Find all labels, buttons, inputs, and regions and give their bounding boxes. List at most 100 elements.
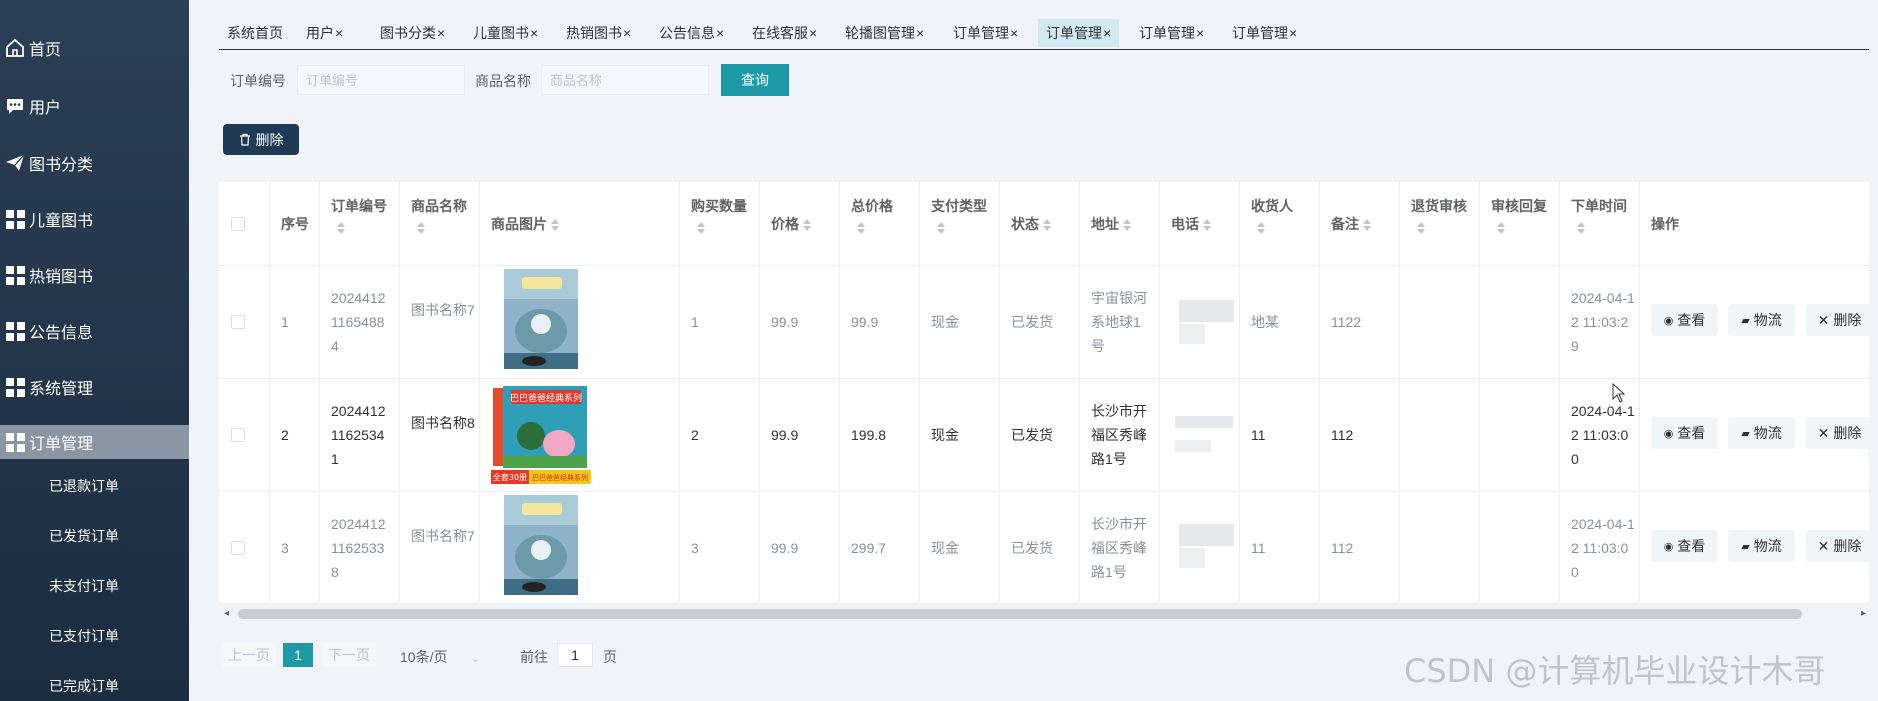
row-delete-button[interactable]: ✕ 删除 <box>1806 530 1869 562</box>
scroll-right-icon[interactable]: ▸ <box>1861 608 1866 619</box>
horizontal-scrollbar[interactable]: ◂ ▸ <box>222 606 1868 622</box>
header-receiver[interactable]: 收货人 <box>1251 196 1293 234</box>
row-delete-button[interactable]: ✕ 删除 <box>1806 417 1869 449</box>
header-price[interactable]: 价格 <box>771 214 811 234</box>
tab-users[interactable]: 用户× <box>298 19 351 47</box>
sort-icon[interactable] <box>1123 219 1131 232</box>
close-icon[interactable]: × <box>916 25 924 41</box>
close-icon[interactable]: × <box>1289 25 1297 41</box>
tab-orders-1[interactable]: 订单管理× <box>945 19 1026 47</box>
scrollbar-thumb[interactable] <box>238 609 1802 619</box>
sort-icon[interactable] <box>1577 222 1585 234</box>
row-delete-button[interactable]: ✕ 删除 <box>1806 304 1869 336</box>
select-all-checkbox[interactable] <box>231 217 245 231</box>
tab-book-category[interactable]: 图书分类× <box>372 19 453 47</box>
sidebar-subitem-unpaid[interactable]: 未支付订单 <box>49 576 119 596</box>
close-icon[interactable]: × <box>1010 25 1018 41</box>
product-image[interactable]: 巴巴爸爸经典系列 全套30册 巴巴爸爸经典系列 <box>491 384 591 484</box>
sidebar-item-orders[interactable]: 订单管理 <box>0 425 189 459</box>
view-button[interactable]: ◉ 查看 <box>1651 530 1718 562</box>
close-icon[interactable]: × <box>1103 25 1111 41</box>
batch-delete-button[interactable]: 删除 <box>223 124 299 155</box>
view-button[interactable]: ◉ 查看 <box>1651 304 1718 336</box>
header-address[interactable]: 地址 <box>1091 214 1131 234</box>
sidebar-item-system[interactable]: 系统管理 <box>0 370 189 404</box>
sort-icon[interactable] <box>551 219 559 232</box>
tab-online-service[interactable]: 在线客服× <box>744 19 825 47</box>
header-phone[interactable]: 电话 <box>1171 214 1211 234</box>
tab-children-books[interactable]: 儿童图书× <box>465 19 546 47</box>
header-status[interactable]: 状态 <box>1011 214 1051 234</box>
sort-icon[interactable] <box>337 222 345 234</box>
scroll-left-icon[interactable]: ◂ <box>224 608 229 619</box>
sidebar-subitem-completed[interactable]: 已完成订单 <box>49 676 119 696</box>
sidebar-item-children-books[interactable]: 儿童图书 <box>0 202 189 236</box>
sort-icon[interactable] <box>697 222 705 234</box>
close-icon[interactable]: × <box>530 25 538 41</box>
close-icon[interactable]: × <box>335 25 343 41</box>
tab-hot-books[interactable]: 热销图书× <box>558 19 639 47</box>
header-total[interactable]: 总价格 <box>851 196 893 234</box>
header-product-name[interactable]: 商品名称 <box>411 196 467 234</box>
sidebar-subitem-refunded[interactable]: 已退款订单 <box>49 476 119 496</box>
query-button[interactable]: 查询 <box>721 64 789 96</box>
truck-icon: ▰ <box>1741 427 1750 440</box>
sidebar-item-users[interactable]: 用户 <box>0 89 189 123</box>
sort-icon[interactable] <box>1497 222 1505 234</box>
tab-orders-active[interactable]: 订单管理× <box>1038 19 1120 47</box>
product-image[interactable] <box>504 269 578 369</box>
tab-announcements[interactable]: 公告信息× <box>651 19 732 47</box>
sort-icon[interactable] <box>1363 219 1371 232</box>
sort-icon[interactable] <box>803 219 811 232</box>
page-size-select[interactable]: 10条/页 ⌄ <box>400 647 480 667</box>
sidebar-item-hot-books[interactable]: 热销图书 <box>0 258 189 292</box>
close-icon[interactable]: × <box>437 25 445 41</box>
sidebar-item-book-category[interactable]: 图书分类 <box>0 146 189 180</box>
sidebar-item-label: 系统管理 <box>29 381 94 398</box>
cell-pay-type: 现金 <box>931 314 959 330</box>
close-icon[interactable]: × <box>716 25 724 41</box>
order-no-input[interactable] <box>297 65 465 95</box>
sidebar-subitem-shipped[interactable]: 已发货订单 <box>49 526 119 546</box>
header-refund-review[interactable]: 退货审核 <box>1411 196 1467 234</box>
prev-page-button[interactable]: 上一页 <box>222 643 276 667</box>
tab-home[interactable]: 系统首页 <box>219 19 291 47</box>
logistics-button[interactable]: ▰ 物流 <box>1728 417 1795 449</box>
product-image[interactable] <box>504 495 578 595</box>
sidebar-item-home[interactable]: 首页 <box>0 31 189 65</box>
close-icon[interactable]: × <box>623 25 631 41</box>
chevron-down-icon: ⌄ <box>471 654 480 665</box>
header-order-no[interactable]: 订单编号 <box>331 196 387 234</box>
close-icon: ✕ <box>1817 537 1830 554</box>
tab-orders-4[interactable]: 订单管理× <box>1224 19 1305 47</box>
close-icon[interactable]: × <box>1196 25 1204 41</box>
header-pay-type[interactable]: 支付类型 <box>931 196 987 234</box>
sort-icon[interactable] <box>417 222 425 234</box>
logistics-button[interactable]: ▰ 物流 <box>1728 304 1795 336</box>
sort-icon[interactable] <box>1203 219 1211 232</box>
page-number-current[interactable]: 1 <box>283 643 313 667</box>
sort-icon[interactable] <box>857 222 865 234</box>
close-icon[interactable]: × <box>809 25 817 41</box>
sort-icon[interactable] <box>937 222 945 234</box>
tab-carousel[interactable]: 轮播图管理× <box>837 19 932 47</box>
tab-orders-3[interactable]: 订单管理× <box>1131 19 1212 47</box>
sort-icon[interactable] <box>1043 219 1051 232</box>
header-remark[interactable]: 备注 <box>1331 214 1371 234</box>
row-checkbox[interactable] <box>231 315 245 329</box>
header-quantity[interactable]: 购买数量 <box>691 196 747 234</box>
product-name-input[interactable] <box>541 65 709 95</box>
header-order-time[interactable]: 下单时间 <box>1571 196 1627 234</box>
row-checkbox[interactable] <box>231 428 245 442</box>
next-page-button[interactable]: 下一页 <box>322 643 376 667</box>
header-review-reply[interactable]: 审核回复 <box>1491 196 1547 234</box>
row-checkbox[interactable] <box>231 541 245 555</box>
goto-page-input[interactable]: 1 <box>557 643 593 667</box>
sidebar-subitem-paid[interactable]: 已支付订单 <box>49 626 119 646</box>
sort-icon[interactable] <box>1417 222 1425 234</box>
logistics-button[interactable]: ▰ 物流 <box>1728 530 1795 562</box>
header-product-image[interactable]: 商品图片 <box>491 214 559 234</box>
sidebar-item-announcements[interactable]: 公告信息 <box>0 314 189 348</box>
view-button[interactable]: ◉ 查看 <box>1651 417 1718 449</box>
sort-icon[interactable] <box>1257 222 1265 234</box>
